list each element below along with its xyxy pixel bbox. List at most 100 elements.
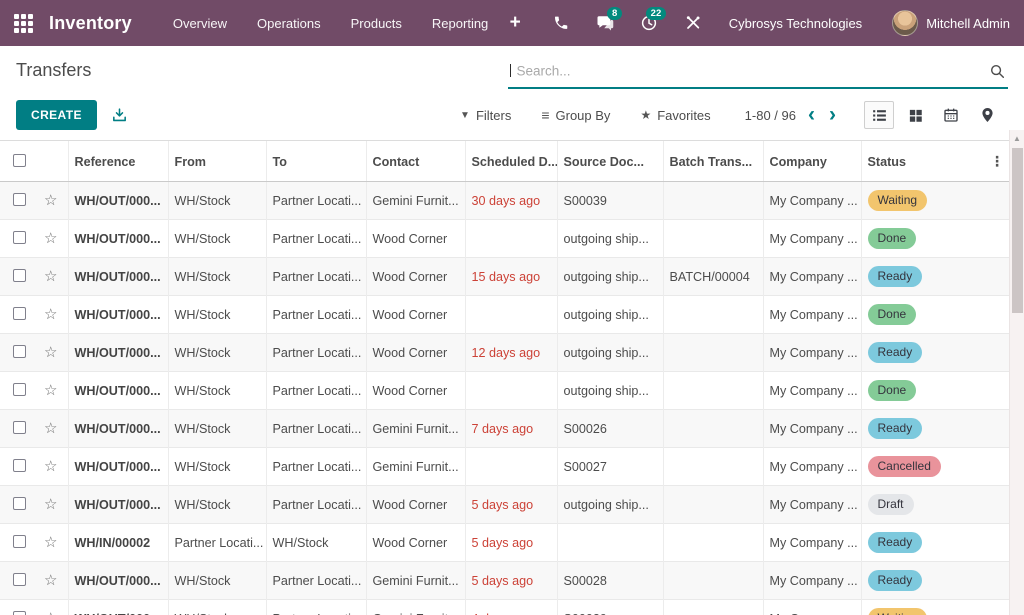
cell-from[interactable]: WH/Stock [168,410,266,448]
cell-contact[interactable]: Wood Corner [366,334,465,372]
column-to[interactable]: To [266,141,366,182]
row-select-cell[interactable] [0,410,38,448]
column-scheduled-date[interactable]: Scheduled D... [465,141,557,182]
select-all-checkbox[interactable] [13,154,26,167]
row-checkbox[interactable] [13,421,26,434]
map-view-button[interactable] [972,101,1002,129]
cell-from[interactable]: WH/Stock [168,296,266,334]
table-row[interactable]: ☆WH/OUT/000...WH/StockPartner Locati...W… [0,486,1009,524]
cell-status[interactable]: Ready [861,524,984,562]
cell-contact[interactable]: Wood Corner [366,372,465,410]
cell-source-document[interactable]: S00027 [557,448,663,486]
row-star-cell[interactable]: ☆ [38,182,68,220]
cell-batch-transfer[interactable]: BATCH/00004 [663,258,763,296]
cell-contact[interactable]: Gemini Furnit... [366,448,465,486]
row-star-cell[interactable]: ☆ [38,524,68,562]
cell-contact[interactable]: Wood Corner [366,258,465,296]
cell-scheduled-date[interactable]: 5 days ago [465,562,557,600]
cell-batch-transfer[interactable] [663,486,763,524]
cell-end[interactable] [984,334,1009,372]
cell-status[interactable]: Waiting [861,182,984,220]
cell-contact[interactable]: Gemini Furnit... [366,410,465,448]
row-star-icon[interactable]: ☆ [44,306,57,323]
cell-to[interactable]: Partner Locati... [266,486,366,524]
app-name[interactable]: Inventory [49,13,132,34]
row-checkbox[interactable] [13,535,26,548]
cell-end[interactable] [984,258,1009,296]
search-input[interactable]: Search... [508,58,1008,88]
cell-reference[interactable]: WH/OUT/000... [68,220,168,258]
cell-reference[interactable]: WH/OUT/000... [68,334,168,372]
cell-batch-transfer[interactable] [663,562,763,600]
row-select-cell[interactable] [0,486,38,524]
row-checkbox[interactable] [13,497,26,510]
messages-icon[interactable]: 8 [587,0,623,46]
cell-company[interactable]: My Company ... [763,410,861,448]
cell-company[interactable]: My Company ... [763,182,861,220]
cell-from[interactable]: WH/Stock [168,486,266,524]
menu-reporting[interactable]: Reporting [417,2,503,45]
row-star-cell[interactable]: ☆ [38,410,68,448]
cell-scheduled-date[interactable] [465,296,557,334]
cell-to[interactable]: Partner Locati... [266,182,366,220]
cell-to[interactable]: Partner Locati... [266,220,366,258]
cell-scheduled-date[interactable]: 5 days ago [465,524,557,562]
row-star-cell[interactable]: ☆ [38,600,68,615]
menu-operations[interactable]: Operations [242,2,336,45]
cell-scheduled-date[interactable]: 5 days ago [465,486,557,524]
cell-from[interactable]: WH/Stock [168,372,266,410]
table-row[interactable]: ☆WH/OUT/000...WH/StockPartner Locati...W… [0,372,1009,410]
row-star-icon[interactable]: ☆ [44,496,57,513]
menu-products[interactable]: Products [336,2,417,45]
favorites-button[interactable]: ★ Favorites [640,108,710,123]
cell-batch-transfer[interactable] [663,448,763,486]
cell-end[interactable] [984,562,1009,600]
cell-batch-transfer[interactable] [663,220,763,258]
cell-batch-transfer[interactable] [663,182,763,220]
column-status[interactable]: Status [861,141,984,182]
cell-batch-transfer[interactable] [663,372,763,410]
row-checkbox[interactable] [13,231,26,244]
cell-from[interactable]: Partner Locati... [168,524,266,562]
table-row[interactable]: ☆WH/OUT/000...WH/StockPartner Locati...G… [0,562,1009,600]
cell-scheduled-date[interactable]: 4 days ago [465,600,557,615]
cell-status[interactable]: Draft [861,486,984,524]
cell-contact[interactable]: Wood Corner [366,296,465,334]
filters-button[interactable]: ▼ Filters [460,108,511,123]
cell-status[interactable]: Done [861,296,984,334]
company-switcher[interactable]: Cybrosys Technologies [729,16,862,31]
cell-reference[interactable]: WH/OUT/000... [68,486,168,524]
cell-end[interactable] [984,182,1009,220]
cell-scheduled-date[interactable] [465,448,557,486]
cell-contact[interactable]: Gemini Furnit... [366,562,465,600]
cell-company[interactable]: My Company ... [763,524,861,562]
group-by-button[interactable]: ≡ Group By [541,107,610,123]
cell-to[interactable]: Partner Locati... [266,410,366,448]
cell-reference[interactable]: WH/OUT/000... [68,562,168,600]
row-select-cell[interactable] [0,600,38,615]
row-checkbox[interactable] [13,611,26,615]
menu-overview[interactable]: Overview [158,2,242,45]
cell-end[interactable] [984,486,1009,524]
cell-company[interactable]: My Company ... [763,448,861,486]
cell-from[interactable]: WH/Stock [168,448,266,486]
cell-scheduled-date[interactable] [465,372,557,410]
row-select-cell[interactable] [0,448,38,486]
cell-status[interactable]: Ready [861,334,984,372]
cell-reference[interactable]: WH/IN/00002 [68,524,168,562]
table-row[interactable]: ☆WH/OUT/000...WH/StockPartner Locati...G… [0,600,1009,615]
row-star-cell[interactable]: ☆ [38,448,68,486]
cell-status[interactable]: Ready [861,258,984,296]
cell-status[interactable]: Ready [861,562,984,600]
table-row[interactable]: ☆WH/OUT/000...WH/StockPartner Locati...G… [0,410,1009,448]
cell-contact[interactable]: Gemini Furnit... [366,182,465,220]
apps-menu-icon[interactable] [14,14,33,33]
column-from[interactable]: From [168,141,266,182]
user-menu[interactable]: Mitchell Admin [892,10,1010,36]
cell-contact[interactable]: Wood Corner [366,524,465,562]
cell-source-document[interactable] [557,524,663,562]
table-row[interactable]: ☆WH/IN/00002Partner Locati...WH/StockWoo… [0,524,1009,562]
row-select-cell[interactable] [0,334,38,372]
row-select-cell[interactable] [0,258,38,296]
cell-status[interactable]: Ready [861,410,984,448]
